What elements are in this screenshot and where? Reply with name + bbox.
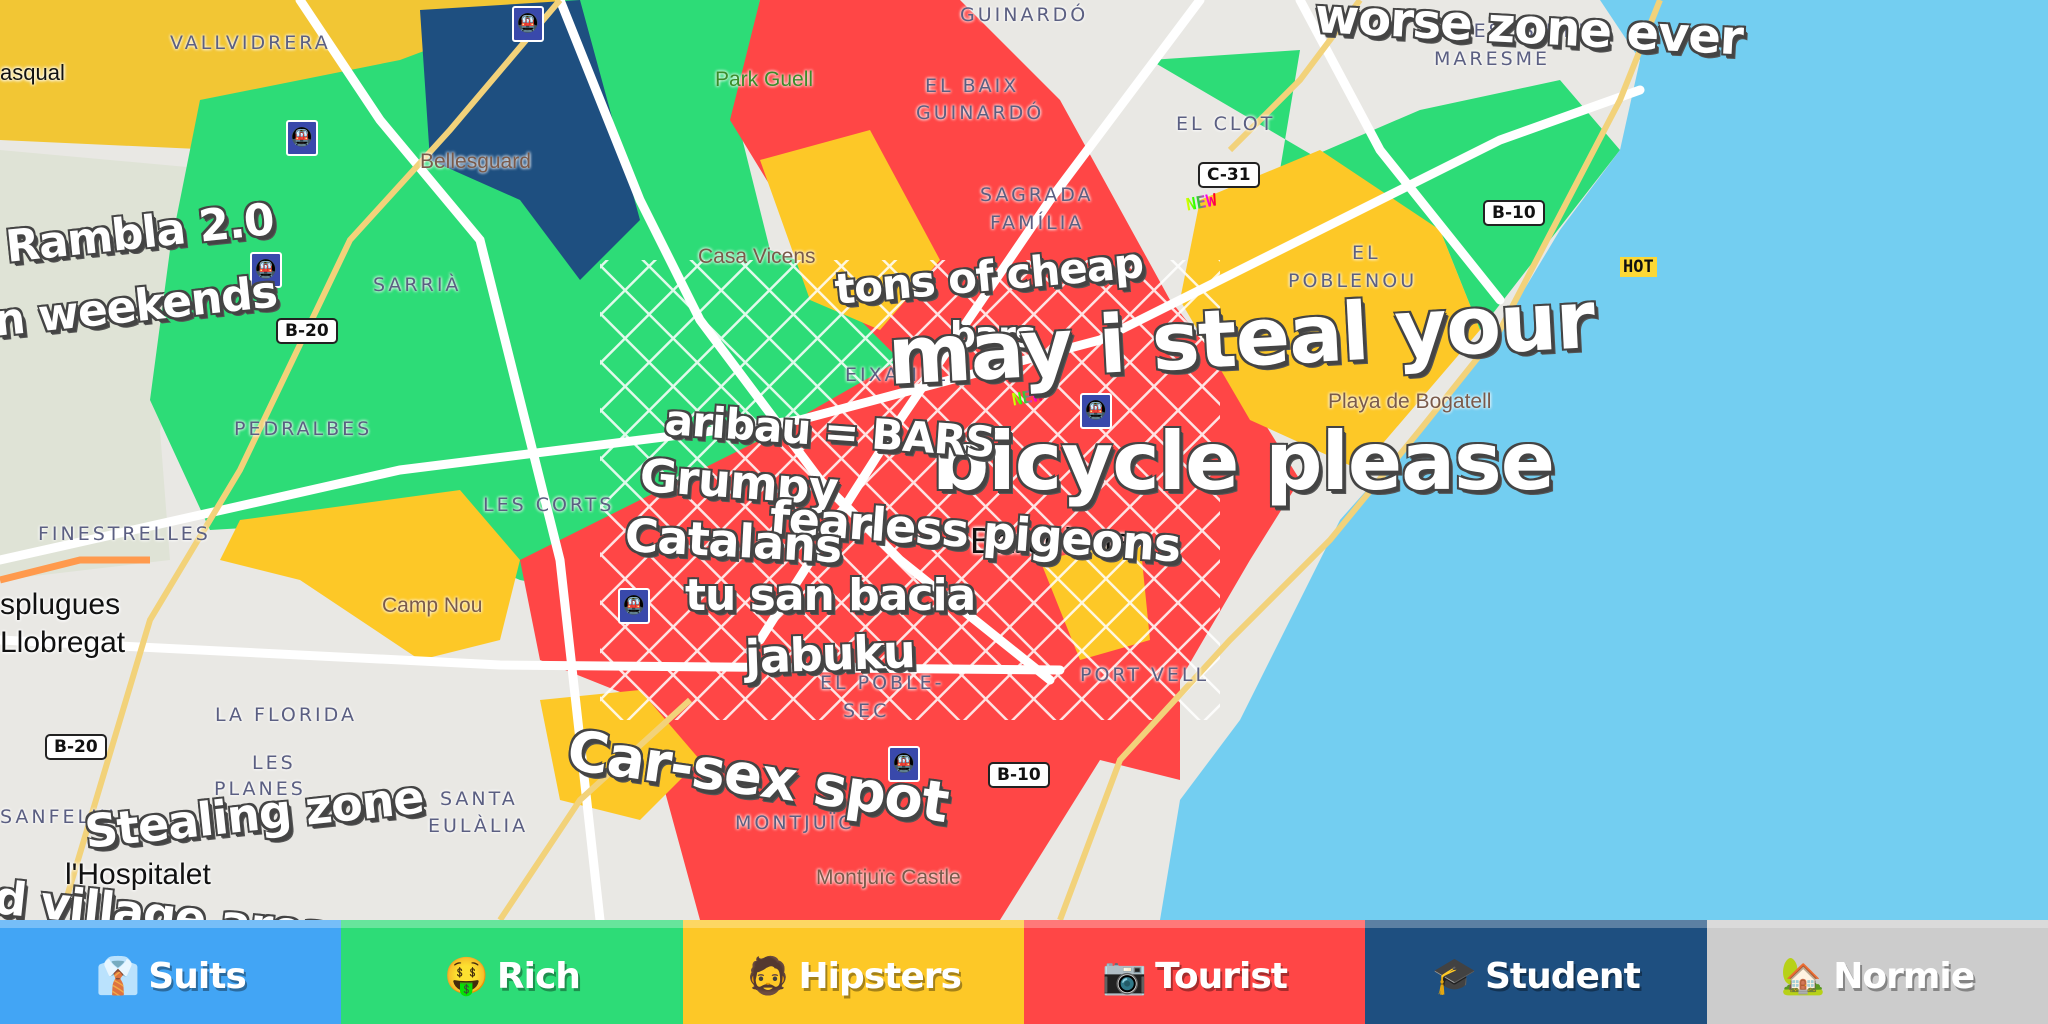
poi-montjuic-castle[interactable]: Montjuïc Castle xyxy=(816,866,961,890)
city-sant-pasqual: asqual xyxy=(0,60,65,85)
district-label: SANTA xyxy=(440,788,518,810)
poi-playa-bogatell[interactable]: Playa de Bogatell xyxy=(1328,390,1491,414)
graduation-cap-icon: 🎓 xyxy=(1432,956,1477,997)
legend-label: Rich xyxy=(496,955,581,997)
bearded-man-icon: 🧔 xyxy=(745,956,791,997)
road-shield: C-31 xyxy=(1198,162,1260,188)
legend-suits[interactable]: 👔 Suits xyxy=(0,920,342,1024)
legend-tourist[interactable]: 📷 Tourist xyxy=(1023,920,1366,1024)
legend-rich[interactable]: 🤑 Rich xyxy=(341,920,683,1024)
poi-bellesguard[interactable]: Bellesguard xyxy=(420,150,531,174)
district-label: LES xyxy=(252,752,296,774)
district-label: FINESTRELLES xyxy=(38,523,211,545)
house-icon: 🏡 xyxy=(1780,956,1826,997)
legend-bar: 👔 Suits 🤑 Rich 🧔 Hipsters 📷 Tourist 🎓 St… xyxy=(0,920,2048,1024)
user-label[interactable]: bicycle please xyxy=(932,415,1555,508)
legend-label: Hipsters xyxy=(798,955,961,997)
metro-icon[interactable]: 🚇 xyxy=(286,120,318,156)
district-label: EL CLOT xyxy=(1176,113,1276,135)
legend-label: Suits xyxy=(148,955,247,997)
legend-student[interactable]: 🎓 Student xyxy=(1365,920,1707,1024)
camera-icon: 📷 xyxy=(1102,956,1148,997)
district-label: GUINARDÓ xyxy=(960,4,1089,26)
road-shield: B-20 xyxy=(276,318,338,344)
district-label: GUINARDÓ xyxy=(916,102,1045,124)
legend-label: Tourist xyxy=(1155,955,1288,997)
necktie-icon: 👔 xyxy=(95,956,141,997)
user-label[interactable]: tu san bacia xyxy=(685,570,976,621)
user-label[interactable]: jabuku xyxy=(744,624,916,684)
poi-camp-nou[interactable]: Camp Nou xyxy=(382,594,482,618)
user-label[interactable]: Catalans xyxy=(624,508,843,573)
metro-icon[interactable]: 🚇 xyxy=(618,588,650,624)
district-label: EL xyxy=(1352,242,1381,264)
road-shield: B-10 xyxy=(1483,200,1545,226)
district-label: SEC xyxy=(843,700,890,722)
district-label: PEDRALBES xyxy=(234,418,373,440)
city-llobregat: Llobregat xyxy=(0,626,126,659)
district-label: LA FLORIDA xyxy=(215,704,357,726)
road-shield: B-10 xyxy=(988,762,1050,788)
district-label: EULÀLIA xyxy=(428,815,529,837)
road-shield: B-20 xyxy=(45,734,107,760)
district-label: SAGRADA xyxy=(980,184,1094,206)
district-label: SARRIÀ xyxy=(373,274,462,296)
hot-badge[interactable]: HOT xyxy=(1620,257,1657,277)
district-label: FAMÍLIA xyxy=(990,212,1085,234)
city-esplugues: splugues xyxy=(0,588,121,621)
legend-label: Normie xyxy=(1833,955,1975,997)
district-label: PORT VELL xyxy=(1080,664,1210,686)
legend-label: Student xyxy=(1484,955,1641,997)
metro-icon[interactable]: 🚇 xyxy=(512,6,544,42)
poi-casa-vicens[interactable]: Casa Vicens xyxy=(698,245,816,269)
legend-hipsters[interactable]: 🧔 Hipsters xyxy=(682,920,1024,1024)
district-label: LES CORTS xyxy=(483,494,615,516)
map-canvas[interactable]: VALLVIDRERA GUINARDÓ EL BESÒS I EL MARES… xyxy=(0,0,2048,920)
district-label: VALLVIDRERA xyxy=(170,32,331,54)
money-face-icon: 🤑 xyxy=(444,956,489,997)
poi-park-guell[interactable]: Park Guell xyxy=(715,68,813,92)
district-label: EL BAIX xyxy=(925,75,1020,97)
legend-normie[interactable]: 🏡 Normie xyxy=(1706,920,2048,1024)
